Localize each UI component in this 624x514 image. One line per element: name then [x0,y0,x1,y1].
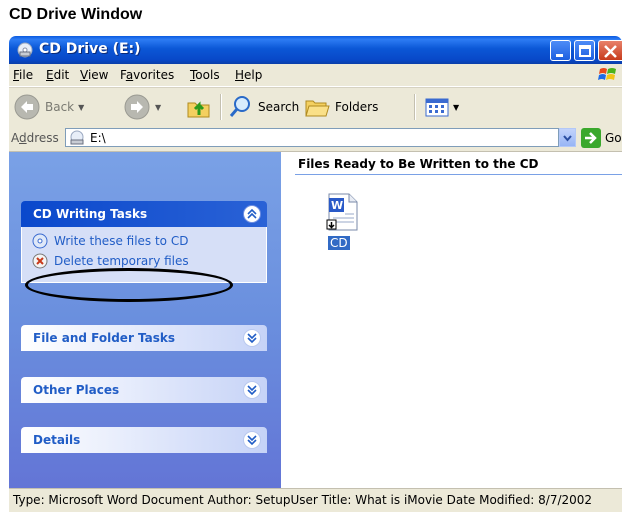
toolbar-separator [220,94,222,120]
chevron-up-icon[interactable] [243,205,261,223]
back-button[interactable]: Back ▼ [13,92,84,122]
up-folder-icon [187,101,210,118]
forward-arrow-icon [124,94,150,120]
svg-text:W: W [331,199,343,212]
chevron-down-icon[interactable] [243,381,261,399]
search-icon [229,96,250,117]
details-header[interactable]: Details [21,427,267,453]
status-text: Type: Microsoft Word Document Author: Se… [13,493,593,507]
content-area: CD Writing Tasks Write these files to CD [9,152,622,488]
status-bar: Type: Microsoft Word Document Author: Se… [9,488,622,512]
maximize-button[interactable] [574,40,595,61]
cd-drive-icon [70,130,84,145]
forward-button[interactable]: ▼ [123,92,161,122]
files-group-header: Files Ready to Be Written to the CD [298,157,539,171]
address-value: E:\ [90,131,106,145]
address-label: Address [11,131,59,145]
delete-temporary-files-link[interactable]: Delete temporary files [32,253,189,269]
group-divider [295,174,622,175]
chevron-down-icon[interactable] [243,431,261,449]
figure-caption: CD Drive Window [9,6,143,23]
views-icon [425,98,449,117]
write-files-to-cd-link[interactable]: Write these files to CD [32,233,188,249]
address-bar: Address E:\ Go [9,126,622,152]
delete-files-icon [32,253,48,269]
back-arrow-icon [14,94,40,120]
other-places-header[interactable]: Other Places [21,377,267,403]
word-document-icon[interactable]: W [325,192,359,232]
cd-write-icon [32,233,48,249]
menu-bar: File Edit View Favorites Tools Help [9,64,622,87]
up-folder-button[interactable] [185,92,213,122]
views-button[interactable]: ▼ [423,92,459,122]
task-pane: CD Writing Tasks Write these files to CD [9,152,281,488]
explorer-window: CD Drive (E:) File Edit View Favorites T… [9,36,622,512]
folders-icon [305,100,330,117]
standard-toolbar: Back ▼ ▼ Search Folders ▼ [9,87,622,127]
windows-logo-icon [598,68,616,80]
address-dropdown-button[interactable] [559,128,576,147]
chevron-down-icon[interactable] [243,329,261,347]
highlight-ellipse [25,268,233,302]
go-arrow-icon [581,128,601,148]
title-bar[interactable]: CD Drive (E:) [9,36,622,64]
cd-writing-tasks-header[interactable]: CD Writing Tasks [21,201,267,227]
menu-file[interactable]: File [13,68,33,82]
chevron-down-icon [563,135,572,142]
go-button[interactable]: Go [581,128,622,148]
search-button[interactable]: Search [227,92,299,122]
minimize-button[interactable] [550,40,571,61]
folders-button[interactable]: Folders [303,92,378,122]
address-input[interactable]: E:\ [65,128,559,147]
menu-help[interactable]: Help [235,68,262,82]
window-title: CD Drive (E:) [39,41,141,57]
views-dropdown-icon[interactable]: ▼ [453,103,459,112]
menu-view[interactable]: View [80,68,108,82]
menu-favorites[interactable]: Favorites [120,68,174,82]
back-dropdown-icon[interactable]: ▼ [78,103,84,112]
file-and-folder-tasks-header[interactable]: File and Folder Tasks [21,325,267,351]
toolbar-separator [414,94,416,120]
close-button[interactable] [598,40,622,61]
file-list-area[interactable]: Files Ready to Be Written to the CD W CD [281,152,622,488]
forward-dropdown-icon[interactable]: ▼ [155,103,161,112]
file-name-label[interactable]: CD [328,236,350,250]
cd-drive-icon [17,42,33,58]
menu-tools[interactable]: Tools [190,68,220,82]
menu-edit[interactable]: Edit [46,68,69,82]
